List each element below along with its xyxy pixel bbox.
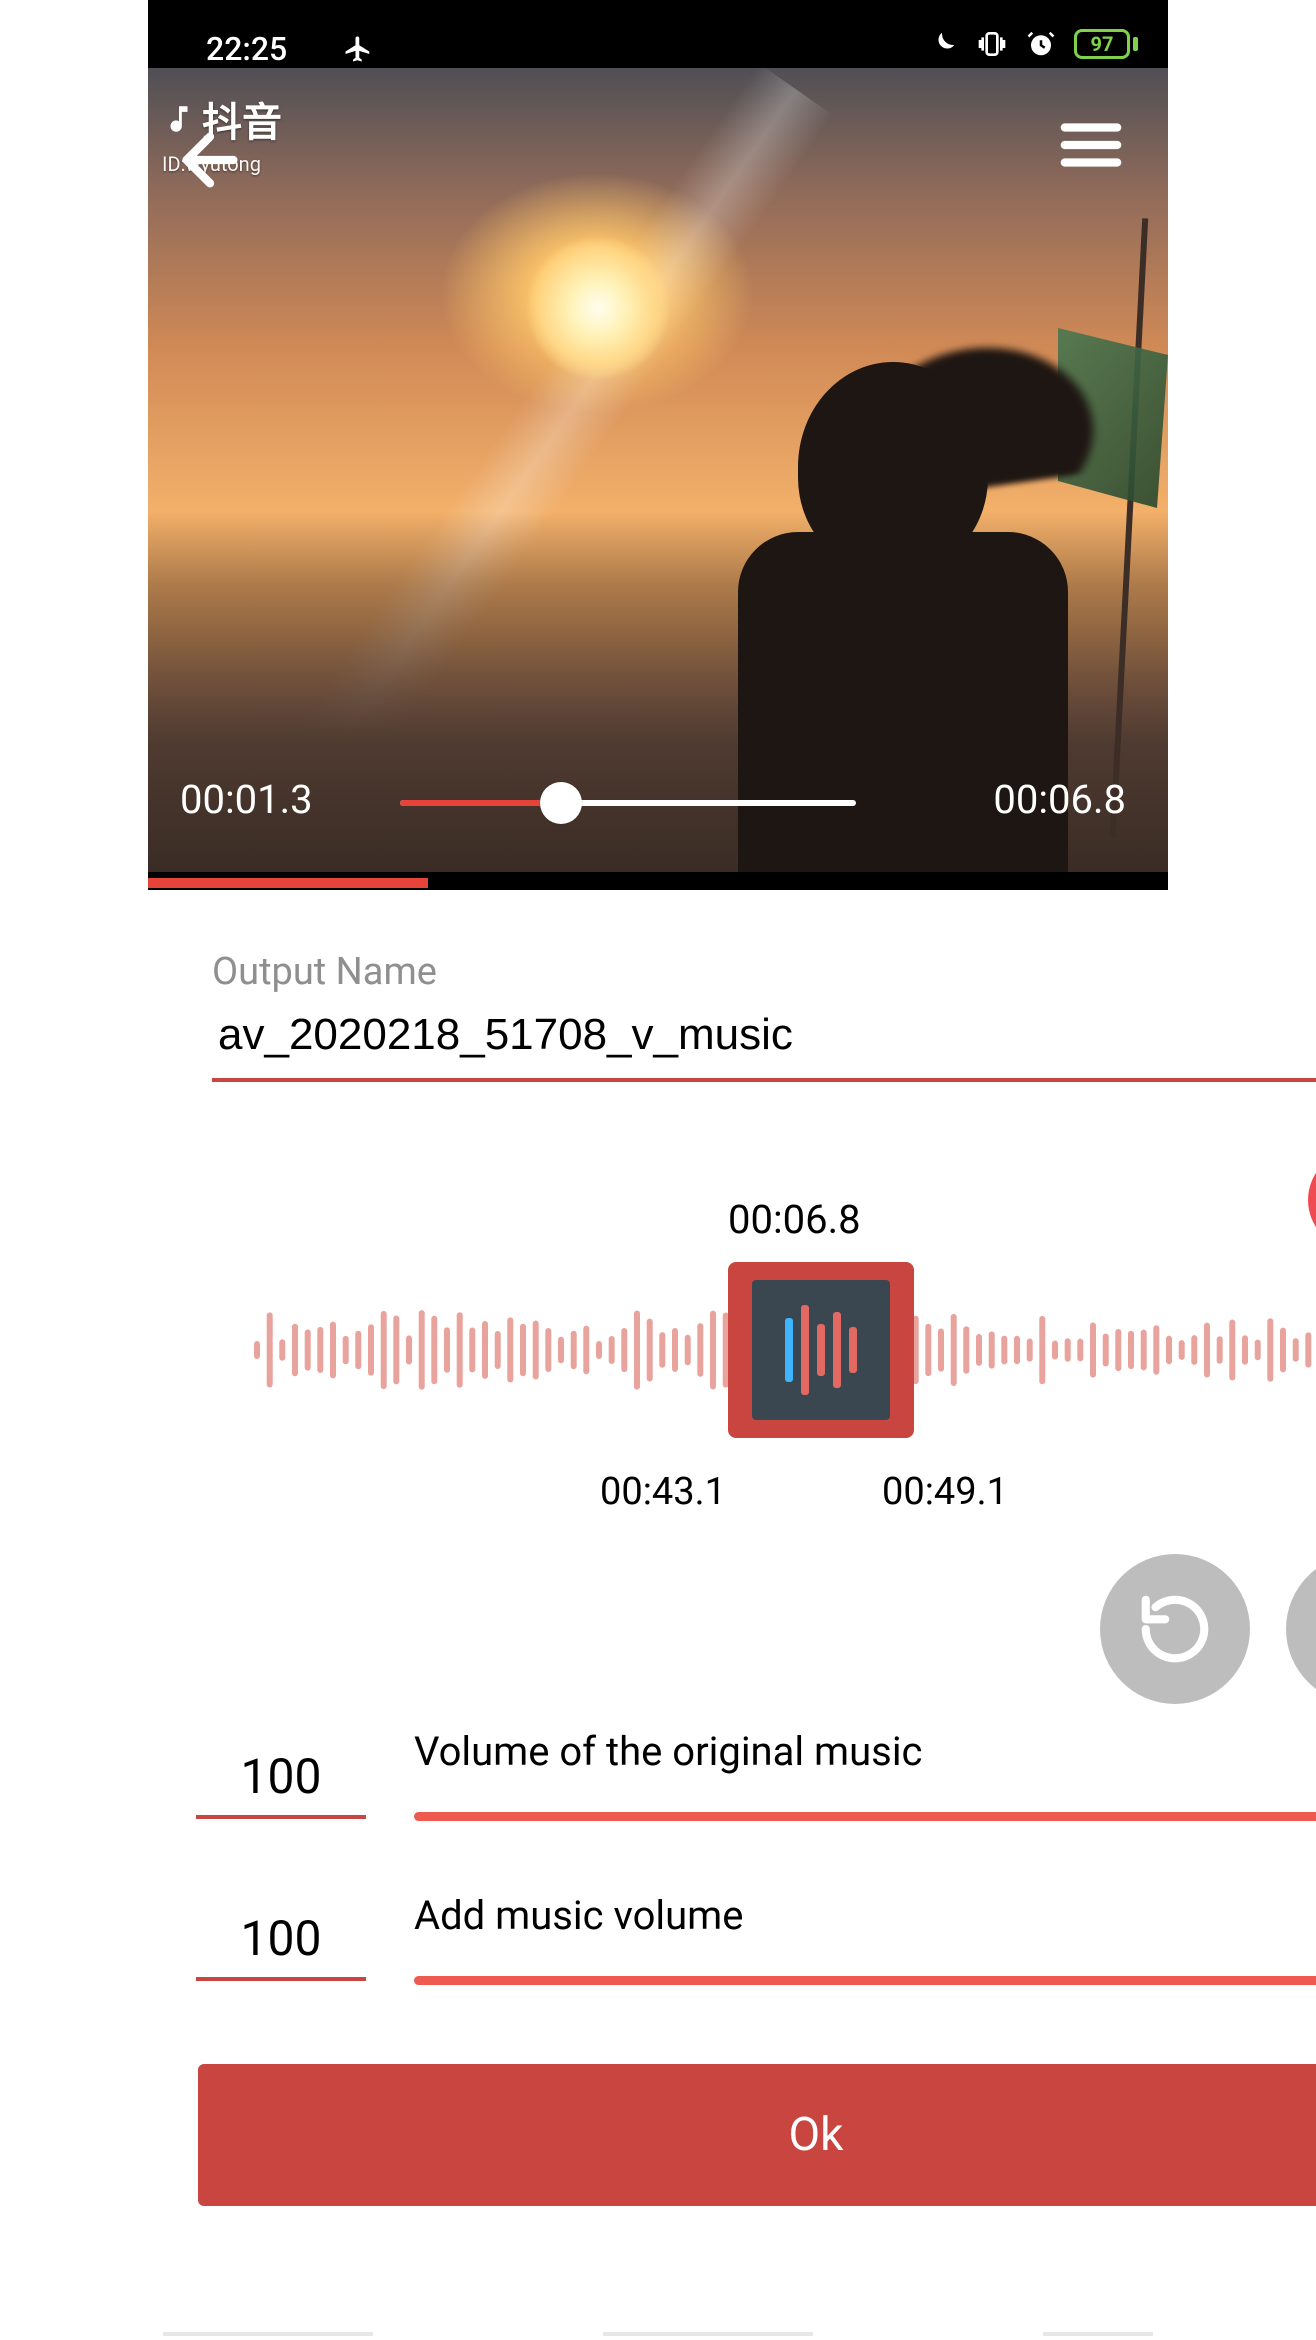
playback-thumb[interactable] [540,782,582,824]
back-button[interactable] [170,120,250,200]
status-bar: 22:25 97 [148,0,1168,68]
added-volume-track[interactable] [414,1976,1316,1985]
original-volume-label: Volume of the original music [414,1728,922,1775]
moon-icon [928,29,958,59]
ok-button[interactable]: Ok [198,2064,1316,2206]
audio-waveform[interactable] [250,1300,1316,1400]
remove-audio-button[interactable] [1308,1150,1316,1250]
output-name-input[interactable] [212,1004,1316,1082]
pause-button[interactable] [1286,1554,1316,1704]
added-volume-value[interactable]: 100 [196,1910,366,1981]
playback-total-time: 00:06.8 [993,776,1126,823]
battery-level: 97 [1074,29,1130,59]
selection-inner [752,1280,890,1420]
selection-end-time: 00:49.1 [882,1470,1008,1514]
buffer-progress [148,878,428,888]
status-time: 22:25 [206,30,287,68]
alarm-icon [1026,29,1056,59]
menu-button[interactable] [1056,110,1126,180]
output-name-label: Output Name [212,950,437,994]
added-volume-label: Add music volume [414,1892,743,1939]
video-preview[interactable]: 抖音 ID:wyutong [148,68,1168,872]
clip-length-time: 00:06.8 [728,1196,861,1243]
original-volume-track[interactable] [414,1812,1316,1821]
battery-indicator: 97 [1074,29,1138,59]
selection-start-time: 00:43.1 [600,1470,726,1514]
audio-selection-handle[interactable] [728,1262,914,1438]
restart-button[interactable] [1100,1554,1250,1704]
original-volume-value[interactable]: 100 [196,1748,366,1819]
airplane-icon [343,34,373,68]
vibrate-icon [976,28,1008,60]
playback-progress [400,800,550,806]
playback-current-time: 00:01.3 [180,776,313,823]
system-nav-hint [163,2332,1153,2336]
